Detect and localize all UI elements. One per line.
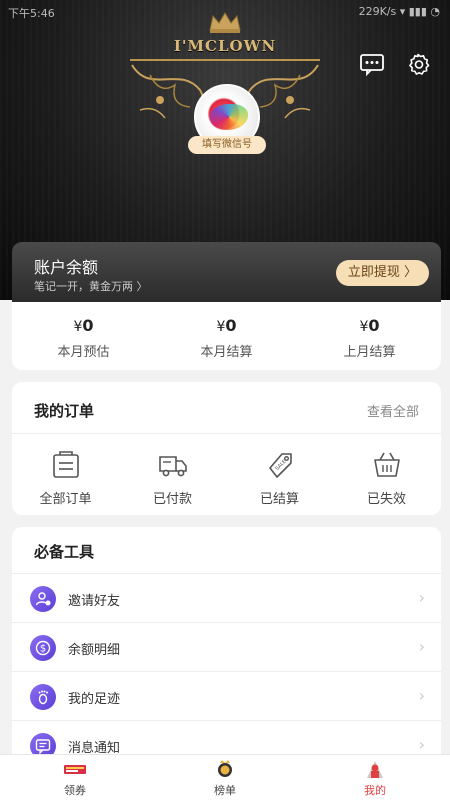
order-paid-button[interactable]: 已付款 [119,450,226,507]
view-all-orders-link[interactable]: 查看全部 [367,401,419,420]
orders-card: 我的订单 查看全部 全部订单 已付款 SALE 已结算 已失效 [12,382,441,515]
stat-value: 0 [225,316,237,335]
earnings-stats: ¥0 本月预估 ¥0 本月结算 ¥0 上月结算 [12,302,441,370]
tool-footprints[interactable]: 我的足迹 › [12,671,441,720]
svg-text:$: $ [40,644,46,655]
footprint-icon [30,684,56,710]
bottom-tab-bar: 领券 榜单 我的 [0,754,450,800]
stat-label: 本月预估 [57,345,110,360]
stat-month-settled[interactable]: ¥0 本月结算 [155,316,298,360]
order-invalid-button[interactable]: 已失效 [333,450,440,507]
basket-icon [373,452,400,477]
chevron-right-icon: › [418,686,425,705]
stat-last-month-settled[interactable]: ¥0 上月结算 [298,316,441,360]
tool-label: 邀请好友 [68,594,121,609]
tag-icon: SALE [268,453,292,478]
stat-value: 0 [82,316,94,335]
balance-title: 账户余额 [34,258,99,277]
truck-icon [158,456,187,477]
tools-card: 必备工具 邀请好友 › $ 余额明细 › 我的足迹 › 消息通知 › [12,527,441,767]
tool-label: 余额明细 [68,643,121,658]
coupon-icon [63,759,87,779]
status-indicators: 229K/s ▾ ▮▮▮ ◔ [358,5,440,18]
ranking-icon [213,759,237,779]
chevron-right-icon: › [418,735,425,754]
stat-month-estimate[interactable]: ¥0 本月预估 [12,316,155,360]
order-item-label: 已失效 [366,492,406,507]
tab-ranking[interactable]: 榜单 [150,759,300,798]
tab-label: 领券 [64,784,86,797]
order-item-label: 已付款 [152,492,192,507]
gear-icon[interactable] [405,52,431,76]
status-time: 下午5:46 [8,7,55,20]
wechat-id-button[interactable]: 填写微信号 [188,136,266,154]
tools-title: 必备工具 [34,543,95,561]
balance-subtitle-link[interactable]: 笔记一开，黄金万两 〉 [34,278,148,294]
tool-label: 我的足迹 [68,692,121,707]
chevron-right-icon: › [418,637,425,656]
stat-label: 上月结算 [343,345,396,360]
tools-header: 必备工具 [12,527,441,573]
message-icon[interactable] [359,52,385,76]
order-settled-button[interactable]: SALE 已结算 [226,450,333,507]
invite-icon [30,586,56,612]
stat-label: 本月结算 [200,345,253,360]
tool-invite-friends[interactable]: 邀请好友 › [12,573,441,622]
tab-label: 我的 [364,784,386,797]
banner-title: I'MCLOWN [173,37,277,55]
orders-title: 我的订单 [34,402,95,420]
tab-coupons[interactable]: 领券 [0,759,150,798]
crown-icon [209,12,241,33]
order-item-label: 全部订单 [39,492,92,507]
order-list-icon [52,451,79,478]
withdraw-button[interactable]: 立即提现 〉 [335,260,429,286]
dollar-icon: $ [30,635,56,661]
tool-balance-details[interactable]: $ 余额明细 › [12,622,441,671]
orders-header: 我的订单 查看全部 [12,382,441,434]
tab-label: 榜单 [214,784,236,797]
balance-card: 账户余额 笔记一开，黄金万两 〉 立即提现 〉 [12,242,441,302]
order-all-button[interactable]: 全部订单 [12,450,119,507]
chevron-right-icon: › [418,588,425,607]
order-item-label: 已结算 [259,492,299,507]
tab-mine[interactable]: 我的 [300,759,450,798]
profile-icon [363,759,387,779]
stat-value: 0 [368,316,380,335]
